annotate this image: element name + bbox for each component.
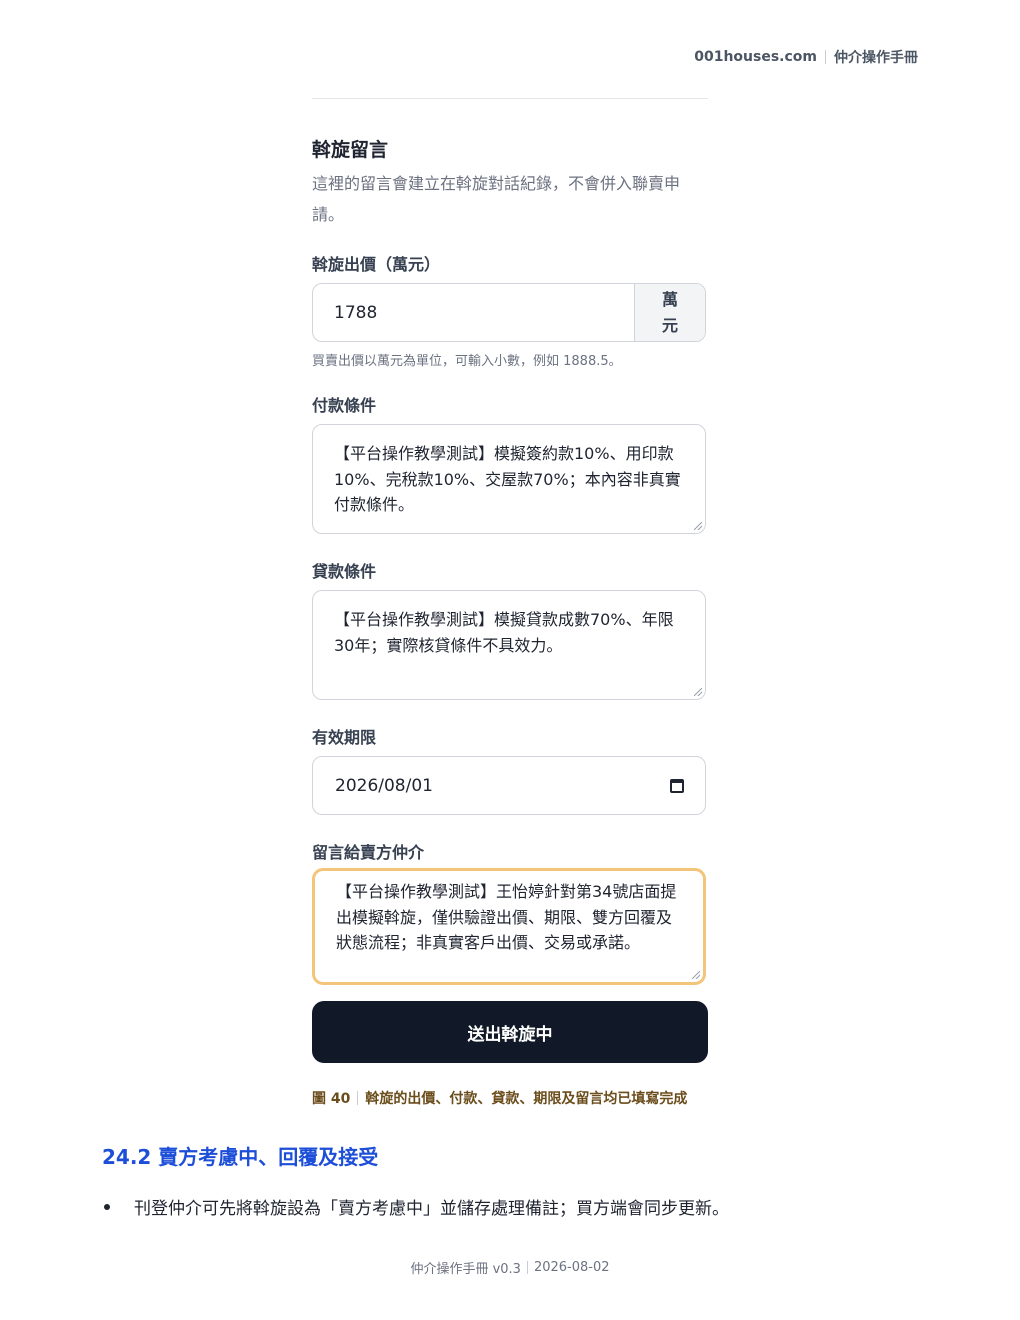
page-header: 001houses.com 仲介操作手冊: [694, 47, 918, 67]
unit-line-2: 元: [661, 315, 678, 335]
header-divider: [825, 50, 826, 64]
figure-number: 圖 40: [312, 1091, 351, 1107]
unit-line-1: 萬: [661, 289, 678, 309]
calendar-icon[interactable]: [670, 778, 684, 793]
resize-handle-icon[interactable]: [694, 688, 702, 696]
resize-handle-icon[interactable]: [692, 971, 700, 979]
top-divider: [312, 98, 708, 99]
figure-text: 斡旋的出價、付款、貸款、期限及留言均已填寫完成: [365, 1091, 688, 1107]
footer-date: 2026-08-02: [533, 1260, 610, 1275]
caption-divider: [357, 1091, 359, 1105]
section-heading: 24.2 賣方考慮中、回覆及接受: [102, 1145, 379, 1169]
figure-caption: 圖 40 斡旋的出價、付款、貸款、期限及留言均已填寫完成: [312, 1088, 708, 1108]
form-screenshot: 斡旋留言 這裡的留言會建立在斡旋對話紀錄，不會併入聯賣申請。 斡旋出價（萬元） …: [312, 98, 708, 1063]
bullet-icon: [104, 1203, 110, 1210]
message-textarea[interactable]: 【平台操作教學測試】王怡婷針對第34號店面提出模擬斡旋，僅供驗證出價、期限、雙方…: [312, 868, 706, 985]
expiry-value: 2026/08/01: [335, 775, 433, 796]
loan-text: 【平台操作教學測試】模擬貸款成數70%、年限30年；實際核貸條件不具效力。: [334, 610, 674, 655]
bullet-text: 刊登仲介可先將斡旋設為「賣方考慮中」並儲存處理備註；買方端會同步更新。: [134, 1199, 729, 1219]
list-item: 刊登仲介可先將斡旋設為「賣方考慮中」並儲存處理備註；買方端會同步更新。: [102, 1194, 920, 1219]
site-name: 001houses.com: [694, 49, 817, 65]
price-value: 1788: [334, 302, 378, 323]
form-section-title: 斡旋留言: [312, 139, 389, 161]
loan-textarea[interactable]: 【平台操作教學測試】模擬貸款成數70%、年限30年；實際核貸條件不具效力。: [312, 590, 706, 700]
submit-offer-button[interactable]: 送出斡旋中: [312, 1001, 708, 1063]
form-section-description: 這裡的留言會建立在斡旋對話紀錄，不會併入聯賣申請。: [312, 174, 681, 224]
resize-handle-icon[interactable]: [694, 522, 702, 530]
footer-divider: [526, 1261, 528, 1274]
message-label: 留言給賣方仲介: [312, 843, 425, 862]
message-text: 【平台操作教學測試】王怡婷針對第34號店面提出模擬斡旋，僅供驗證出價、期限、雙方…: [336, 882, 677, 952]
page-footer: 仲介操作手冊 v0.3 2026-08-02: [0, 1258, 1020, 1277]
loan-label: 貸款條件: [312, 562, 377, 581]
footer-version: 仲介操作手冊 v0.3: [410, 1262, 521, 1277]
expiry-label: 有效期限: [312, 728, 377, 747]
payment-textarea[interactable]: 【平台操作教學測試】模擬簽約款10%、用印款10%、完稅款10%、交屋款70%；…: [312, 424, 706, 534]
payment-text: 【平台操作教學測試】模擬簽約款10%、用印款10%、完稅款10%、交屋款70%；…: [334, 444, 681, 514]
price-label: 斡旋出價（萬元）: [312, 255, 441, 274]
payment-label: 付款條件: [312, 396, 377, 415]
price-unit: 萬元: [634, 284, 705, 341]
expiry-date-input[interactable]: 2026/08/01: [312, 756, 706, 815]
price-hint: 買賣出價以萬元為單位，可輸入小數，例如 1888.5。: [312, 354, 622, 369]
manual-title: 仲介操作手冊: [834, 50, 918, 66]
price-input[interactable]: 1788 萬元: [312, 283, 706, 342]
